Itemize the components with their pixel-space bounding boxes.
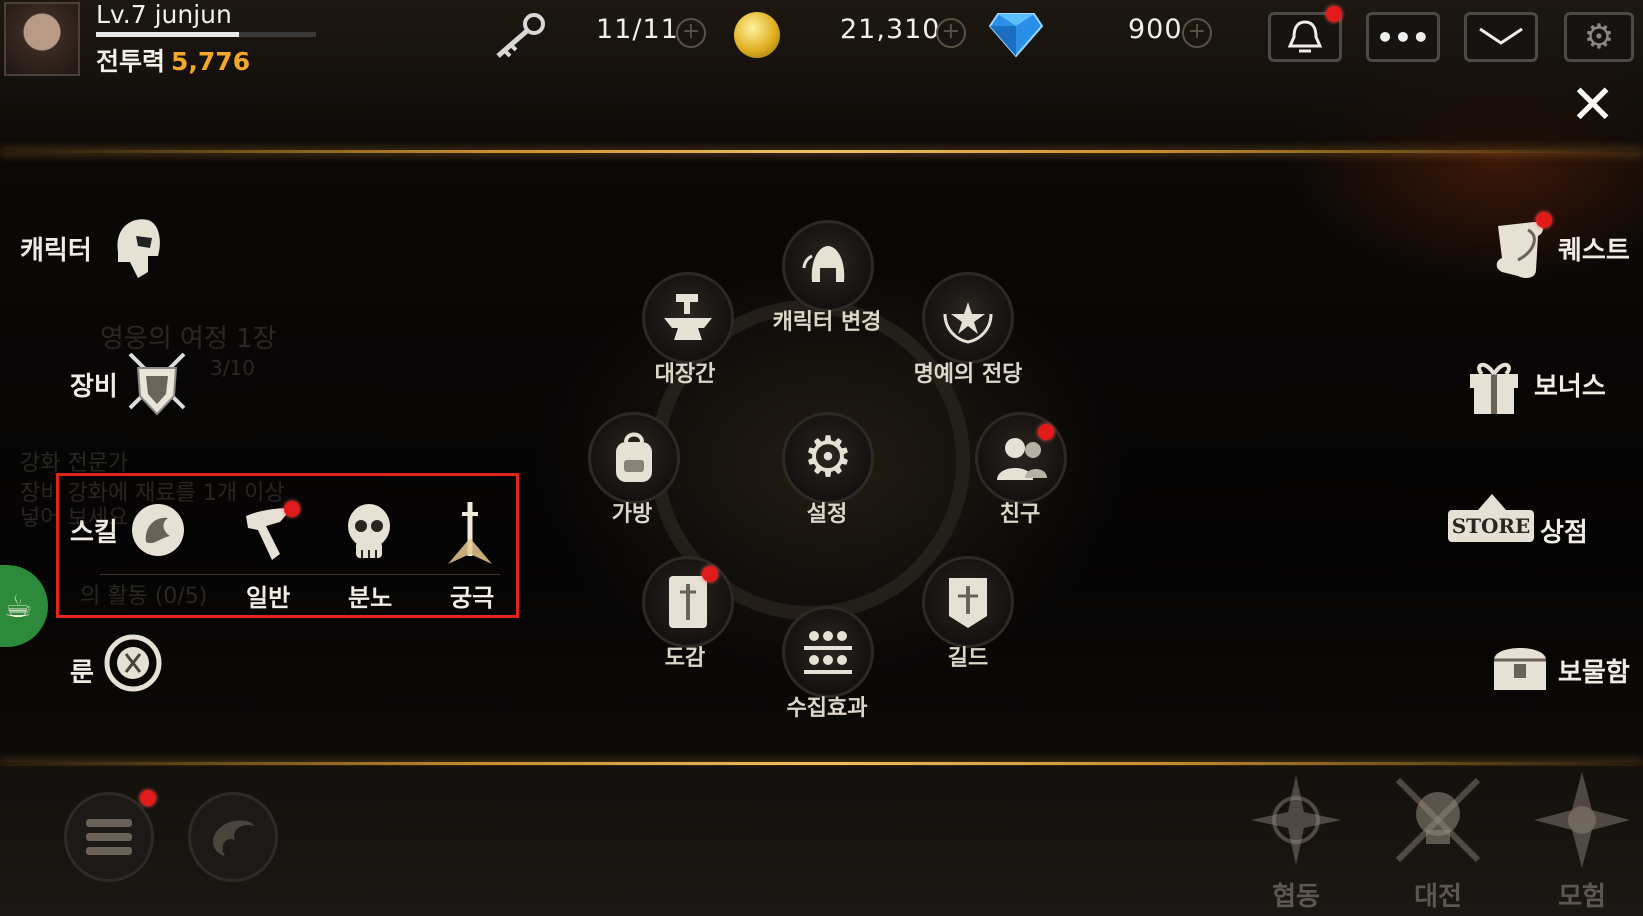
char-change-label[interactable]: 캐릭터 변경 — [773, 304, 882, 336]
adventure-mode-label: 모험 — [1558, 882, 1606, 912]
hall-of-fame-label[interactable]: 명예의 전당 — [914, 356, 1023, 388]
adventure-compass-icon — [1534, 772, 1630, 868]
battle-mode-button[interactable]: 대전 — [1378, 770, 1498, 913]
guild-label[interactable]: 길드 — [948, 640, 988, 672]
coffee-cup-icon: ☕ — [4, 587, 33, 625]
xp-bar-fill — [96, 32, 239, 37]
store-sign-text: STORE — [1448, 510, 1534, 542]
gift-box-icon[interactable] — [1464, 354, 1524, 420]
char-change-button[interactable] — [782, 220, 874, 312]
menu-treasure-label[interactable]: 보물함 — [1558, 652, 1630, 689]
helmet-swap-icon — [802, 246, 845, 282]
gold-coin-icon — [734, 12, 780, 58]
keys-count: 11/11 — [596, 14, 679, 45]
shield-swords-icon[interactable] — [124, 348, 190, 424]
combat-power-value: 5,776 — [171, 47, 251, 76]
gear-icon: ⚙ — [1583, 17, 1615, 57]
mail-button[interactable] — [1464, 12, 1538, 62]
bottom-gold-divider — [0, 762, 1643, 765]
diamond-icon — [988, 10, 1044, 62]
hall-of-fame-button[interactable] — [922, 272, 1014, 364]
backpack-icon — [616, 432, 652, 482]
add-keys-button[interactable]: + — [676, 18, 706, 48]
skull-icon[interactable] — [344, 502, 394, 570]
close-icon[interactable]: ✕ — [1570, 78, 1615, 132]
mail-icon — [1479, 27, 1523, 45]
codex-badge — [702, 566, 718, 582]
guild-button[interactable] — [922, 556, 1014, 648]
laurel-star-icon — [943, 302, 993, 344]
coop-compass-icon — [1251, 775, 1341, 865]
menu-equipment-label[interactable]: 장비 — [70, 366, 118, 403]
quest-badge — [1536, 212, 1552, 228]
settings-button[interactable]: ⚙ — [1564, 12, 1634, 62]
notification-badge — [1326, 6, 1342, 22]
coop-mode-button[interactable]: 협동 — [1236, 770, 1356, 913]
chat-button[interactable]: ••• — [1366, 12, 1440, 62]
codex-label[interactable]: 도감 — [665, 640, 705, 672]
friends-button[interactable] — [975, 412, 1067, 504]
skill-emblem-icon[interactable] — [130, 502, 186, 562]
battle-mode-label: 대전 — [1414, 882, 1462, 912]
collection-shelf-icon — [804, 631, 852, 674]
treasure-chest-icon[interactable] — [1488, 638, 1552, 698]
key-icon — [490, 10, 550, 66]
menu-bonus-label[interactable]: 보너스 — [1534, 366, 1606, 403]
menu-shop-label[interactable]: 상점 — [1540, 512, 1588, 549]
menu-character-label[interactable]: 캐릭터 — [20, 230, 92, 267]
ultimate-sword-icon[interactable] — [440, 498, 500, 570]
gear-center-icon: ⚙ — [802, 425, 854, 490]
menu-rune-label[interactable]: 룬 — [70, 652, 94, 689]
player-level-name: Lv.7 junjun — [96, 0, 232, 29]
gold-count: 21,310 — [840, 14, 941, 45]
skill-type-ultimate[interactable]: 궁극 — [450, 578, 494, 613]
add-gems-button[interactable]: + — [1182, 18, 1212, 48]
eagle-icon — [213, 820, 255, 856]
battle-skull-icon — [1395, 777, 1481, 863]
menu-quest-label[interactable]: 퀘스트 — [1558, 230, 1630, 267]
rune-icon[interactable] — [104, 634, 162, 696]
add-gold-button[interactable]: + — [936, 18, 966, 48]
coop-mode-label: 협동 — [1272, 882, 1320, 912]
skill-type-normal[interactable]: 일반 — [246, 578, 290, 613]
main-menu-button[interactable] — [64, 792, 154, 882]
bag-button[interactable] — [588, 412, 680, 504]
friends-label[interactable]: 친구 — [1000, 496, 1040, 528]
skill-type-rage[interactable]: 분노 — [348, 578, 392, 613]
guild-banner-icon — [949, 578, 987, 628]
settings-center-button[interactable]: ⚙ — [782, 412, 874, 504]
blacksmith-button[interactable] — [642, 272, 734, 364]
quest-track-progress: 3/10 — [210, 356, 255, 380]
bag-label[interactable]: 가방 — [612, 496, 652, 528]
main-menu-badge — [140, 790, 156, 806]
gems-count: 900 — [1128, 14, 1183, 45]
skill-divider — [100, 574, 500, 575]
codex-button[interactable] — [642, 556, 734, 648]
xp-bar — [96, 32, 316, 37]
chat-icon: ••• — [1376, 20, 1430, 54]
player-avatar[interactable] — [4, 2, 80, 76]
settings-label[interactable]: 설정 — [807, 496, 847, 528]
collection-label[interactable]: 수집효과 — [787, 690, 868, 722]
hamburger-icon — [86, 819, 132, 855]
helmet-icon[interactable] — [108, 212, 164, 284]
skill-normal-badge — [284, 501, 300, 517]
bell-icon — [1287, 20, 1323, 53]
eagle-emblem-button[interactable] — [188, 792, 278, 882]
friends-badge — [1038, 424, 1054, 440]
blacksmith-label[interactable]: 대장간 — [655, 356, 716, 388]
menu-skill-label[interactable]: 스킬 — [70, 512, 118, 549]
anvil-icon — [664, 294, 712, 340]
top-gold-divider — [0, 150, 1643, 153]
adventure-mode-button[interactable]: 모험 — [1522, 770, 1642, 913]
combat-power: 전투력 5,776 — [96, 42, 250, 78]
collection-button[interactable] — [782, 606, 874, 698]
combat-power-label: 전투력 — [96, 47, 166, 76]
